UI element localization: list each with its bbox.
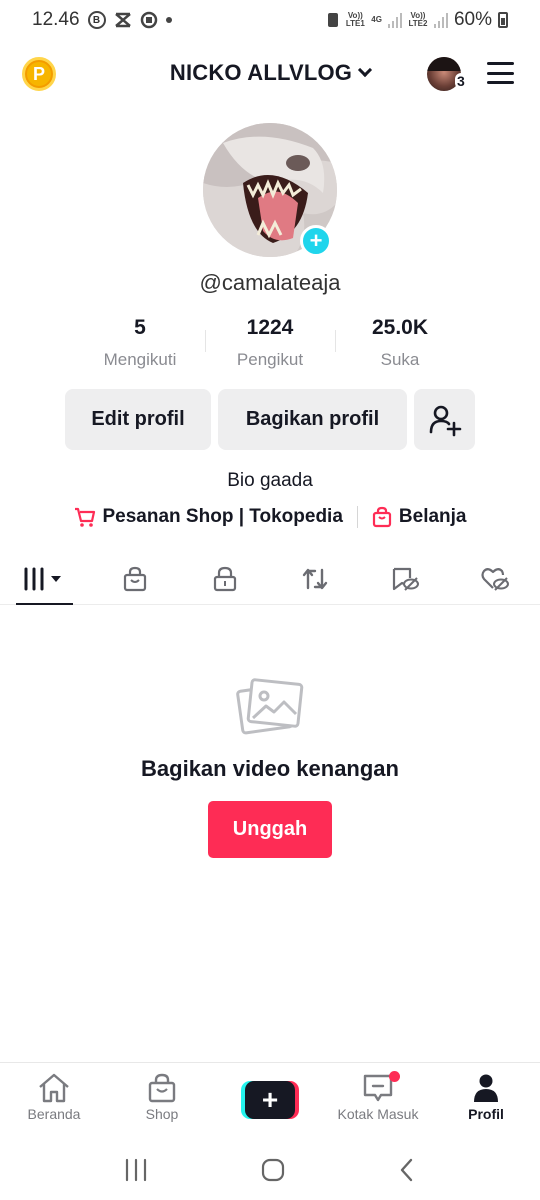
stat-label: Mengikuti	[103, 350, 177, 369]
share-profile-button[interactable]: Bagikan profil	[218, 389, 407, 450]
content-tabs	[0, 553, 540, 605]
link-divider	[356, 506, 358, 528]
shop-orders-label: Pesanan Shop | Tokopedia	[102, 506, 343, 527]
shop-icon	[148, 1073, 176, 1103]
repost-icon	[302, 568, 328, 589]
profile-links: Pesanan Shop | Tokopedia Belanja	[0, 506, 540, 528]
add-friends-button[interactable]	[414, 389, 475, 450]
back-icon[interactable]	[397, 1157, 417, 1183]
tab-reposts[interactable]	[270, 553, 360, 604]
stat-likes[interactable]: 25.0K Suka	[335, 316, 465, 370]
nav-home-label: Beranda	[27, 1106, 81, 1122]
upload-button[interactable]: Unggah	[208, 801, 332, 858]
lock-icon	[213, 566, 237, 591]
stat-value: 5	[134, 316, 146, 339]
notification-dot	[389, 1071, 400, 1082]
data-saver-icon	[328, 13, 339, 27]
status-left: 12.46 B	[32, 9, 172, 31]
videos-grid-icon	[24, 567, 61, 590]
account-count-badge: 3	[455, 73, 467, 89]
chevron-down-icon	[358, 62, 373, 78]
status-bar: 12.46 B Vo)) LTE1 4G Vo)) LTE2 60%	[0, 0, 540, 40]
chat-icon	[140, 11, 157, 29]
hidden-posts-icon	[392, 567, 419, 591]
nav-inbox-label: Kotak Masuk	[337, 1106, 419, 1122]
sim1-label: Vo)) LTE1	[345, 11, 365, 28]
sim2-label: Vo)) LTE2	[408, 11, 428, 28]
nav-create[interactable]: +	[216, 1063, 324, 1136]
capcut-icon	[114, 12, 131, 28]
empty-state-title: Bagikan video kenangan	[141, 756, 399, 781]
create-button[interactable]: +	[241, 1081, 299, 1119]
signal-1-icon	[387, 12, 402, 28]
nav-shop-label: Shop	[145, 1106, 179, 1122]
gallery-icon	[236, 676, 306, 741]
stat-value: 25.0K	[371, 316, 429, 339]
tab-shop[interactable]	[90, 553, 180, 604]
shopping-bag-icon	[372, 506, 392, 528]
battery-percent: 60%	[453, 9, 492, 30]
profile-header: P NICKO ALLVLOG 3	[0, 48, 540, 100]
tab-favorites[interactable]	[360, 553, 450, 604]
recent-apps-icon[interactable]	[123, 1158, 149, 1182]
plus-icon: +	[245, 1081, 295, 1119]
profile-handle: @camalateaja	[199, 270, 341, 295]
profile-actions: Edit profil Bagikan profil	[65, 389, 475, 450]
nav-profile-label: Profil	[468, 1106, 504, 1122]
profile-bio: Bio gaada	[227, 470, 313, 491]
b-circle-icon: B	[87, 11, 106, 29]
stat-following[interactable]: 5 Mengikuti	[75, 316, 205, 370]
status-right: Vo)) LTE1 4G Vo)) LTE2 60%	[327, 9, 508, 31]
system-nav	[0, 1140, 540, 1200]
add-user-icon	[429, 405, 461, 436]
stat-label: Suka	[380, 350, 420, 369]
menu-icon[interactable]	[487, 62, 514, 84]
tab-private[interactable]	[180, 553, 270, 604]
shop-orders-link[interactable]: Pesanan Shop | Tokopedia	[74, 506, 343, 528]
shop-bag-icon	[123, 566, 147, 591]
tab-liked[interactable]	[450, 553, 540, 604]
battery-icon	[498, 12, 508, 28]
tab-videos[interactable]	[0, 553, 90, 605]
add-photo-button[interactable]: +	[300, 225, 332, 257]
hidden-likes-icon	[481, 567, 509, 591]
dot-icon	[165, 17, 172, 23]
profile-icon	[474, 1074, 498, 1102]
nav-profile[interactable]: Profil	[432, 1063, 540, 1136]
network-4g: 4G	[371, 15, 382, 24]
header-username: NICKO ALLVLOG	[169, 60, 353, 85]
signal-2-icon	[433, 12, 448, 28]
home-button-icon[interactable]	[260, 1157, 286, 1183]
stat-label: Pengikut	[236, 350, 304, 369]
shopping-link[interactable]: Belanja	[372, 506, 467, 528]
stat-followers[interactable]: 1224 Pengikut	[205, 316, 335, 370]
profile-stats: 5 Mengikuti 1224 Pengikut 25.0K Suka	[75, 316, 465, 370]
status-time: 12.46	[32, 9, 80, 30]
home-icon	[39, 1073, 69, 1103]
edit-profile-button[interactable]: Edit profil	[65, 389, 211, 450]
nav-inbox[interactable]: Kotak Masuk	[324, 1063, 432, 1136]
nav-shop[interactable]: Shop	[108, 1063, 216, 1136]
stat-value: 1224	[246, 316, 294, 339]
bottom-nav: Beranda Shop + Kotak Masuk Profil	[0, 1062, 540, 1136]
shopping-label: Belanja	[398, 506, 467, 527]
nav-home[interactable]: Beranda	[0, 1063, 108, 1136]
cart-icon	[74, 507, 95, 527]
